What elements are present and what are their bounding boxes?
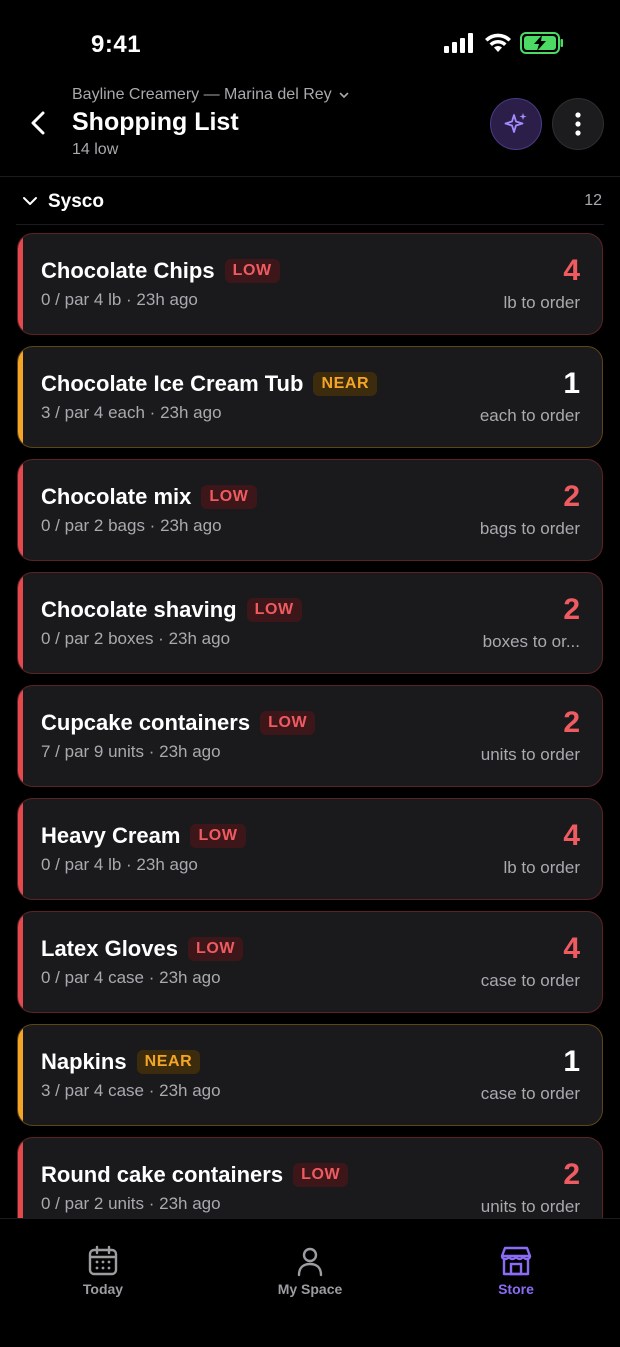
item-meta: 0 / par 2 boxes · 23h ago xyxy=(41,629,231,648)
item-meta: 0 / par 4 lb · 23h ago xyxy=(41,290,198,309)
order-quantity: 1 xyxy=(563,367,580,400)
order-unit: bags to order xyxy=(479,519,580,538)
item-meta: 0 / par 2 units · 23h ago xyxy=(41,1194,221,1213)
store-name: Bayline Creamery — Marina del Rey xyxy=(72,86,332,103)
low-count: 14 low xyxy=(72,141,119,158)
status-badge: LOW xyxy=(246,598,302,622)
cellular-signal-icon xyxy=(444,33,473,53)
tab-label: Store xyxy=(498,1281,534,1297)
status-badge: LOW xyxy=(224,259,280,283)
item-meta: 3 / par 4 each · 23h ago xyxy=(41,403,222,422)
order-quantity: 2 xyxy=(563,706,580,739)
order-quantity: 2 xyxy=(563,480,580,513)
list-item[interactable]: Chocolate shaving LOW 0 / par 2 boxes · … xyxy=(17,572,603,674)
item-name: Heavy Cream xyxy=(41,823,181,848)
list-item[interactable]: Chocolate Chips LOW 0 / par 4 lb · 23h a… xyxy=(17,233,603,335)
order-quantity: 4 xyxy=(563,819,580,852)
status-badge: NEAR xyxy=(136,1050,201,1074)
order-unit: each to order xyxy=(479,406,580,425)
list-item[interactable]: Chocolate Ice Cream Tub NEAR 3 / par 4 e… xyxy=(17,346,603,448)
tab-label: Today xyxy=(82,1281,124,1297)
order-quantity: 2 xyxy=(563,1158,580,1191)
vendor-name: Sysco xyxy=(48,191,104,212)
item-name: Napkins xyxy=(41,1049,127,1074)
tab-label: My Space xyxy=(277,1281,343,1297)
order-quantity: 4 xyxy=(563,932,580,965)
tab-bar: Today My Space Store xyxy=(0,1218,620,1347)
status-badge: LOW xyxy=(260,711,316,735)
order-unit: case to order xyxy=(480,1084,580,1103)
header: Bayline Creamery — Marina del Rey Shoppi… xyxy=(0,80,620,177)
order-quantity: 4 xyxy=(563,254,580,287)
order-unit: units to order xyxy=(480,1197,580,1216)
shopping-list: Chocolate Chips LOW 0 / par 4 lb · 23h a… xyxy=(17,233,603,1218)
status-bar: 9:41 xyxy=(0,0,620,80)
battery-charging-icon xyxy=(520,32,563,54)
vendor-section-header[interactable]: Sysco 12 xyxy=(16,177,604,225)
list-item[interactable]: Napkins NEAR 3 / par 4 case · 23h ago 1 … xyxy=(17,1024,603,1126)
status-time: 9:41 xyxy=(91,31,142,58)
status-badge: LOW xyxy=(293,1163,349,1187)
ai-assist-button[interactable] xyxy=(490,98,542,150)
chevron-down-icon xyxy=(23,197,37,205)
item-name: Cupcake containers xyxy=(41,710,251,735)
page-title: Shopping List xyxy=(72,108,239,136)
order-unit: lb to order xyxy=(503,293,580,312)
item-meta: 0 / par 4 lb · 23h ago xyxy=(41,855,198,874)
item-name: Round cake containers xyxy=(41,1162,284,1187)
list-item[interactable]: Latex Gloves LOW 0 / par 4 case · 23h ag… xyxy=(17,911,603,1013)
list-item[interactable]: Cupcake containers LOW 7 / par 9 units ·… xyxy=(17,685,603,787)
vendor-item-count: 12 xyxy=(584,192,602,209)
back-button[interactable] xyxy=(24,108,54,138)
person-icon xyxy=(297,1247,323,1277)
order-quantity: 1 xyxy=(563,1045,580,1078)
item-name: Chocolate mix xyxy=(41,484,192,509)
wifi-icon xyxy=(485,33,511,52)
status-icons xyxy=(444,32,564,54)
list-item[interactable]: Round cake containers LOW 0 / par 2 unit… xyxy=(17,1137,603,1218)
item-name: Chocolate shaving xyxy=(41,597,237,622)
order-quantity: 2 xyxy=(563,593,580,626)
item-name: Latex Gloves xyxy=(41,936,178,961)
item-meta: 3 / par 4 case · 23h ago xyxy=(41,1081,221,1100)
more-options-button[interactable] xyxy=(552,98,604,150)
item-name: Chocolate Ice Cream Tub xyxy=(41,371,304,396)
store-selector[interactable]: Bayline Creamery — Marina del Rey xyxy=(72,86,350,104)
list-item[interactable]: Heavy Cream LOW 0 / par 4 lb · 23h ago 4… xyxy=(17,798,603,900)
status-badge: NEAR xyxy=(313,372,378,396)
item-meta: 0 / par 2 bags · 23h ago xyxy=(41,516,222,535)
store-icon xyxy=(500,1246,532,1276)
tab-store[interactable]: Store xyxy=(456,1245,576,1297)
more-vertical-icon xyxy=(575,112,581,136)
item-meta: 7 / par 9 units · 23h ago xyxy=(41,742,221,761)
item-meta: 0 / par 4 case · 23h ago xyxy=(41,968,221,987)
chevron-down-icon xyxy=(339,92,348,98)
tab-my-space[interactable]: My Space xyxy=(250,1245,370,1297)
calendar-icon xyxy=(88,1245,118,1276)
status-badge: LOW xyxy=(201,485,257,509)
order-unit: boxes to or... xyxy=(482,632,580,651)
tab-today[interactable]: Today xyxy=(43,1245,163,1297)
sparkle-icon xyxy=(504,113,527,133)
order-unit: case to order xyxy=(480,971,580,990)
order-unit: lb to order xyxy=(503,858,580,877)
order-unit: units to order xyxy=(480,745,580,764)
status-badge: LOW xyxy=(187,937,244,961)
chevron-left-icon xyxy=(31,111,45,135)
item-name: Chocolate Chips xyxy=(41,258,215,283)
status-badge: LOW xyxy=(190,824,246,848)
list-item[interactable]: Chocolate mix LOW 0 / par 2 bags · 23h a… xyxy=(17,459,603,561)
